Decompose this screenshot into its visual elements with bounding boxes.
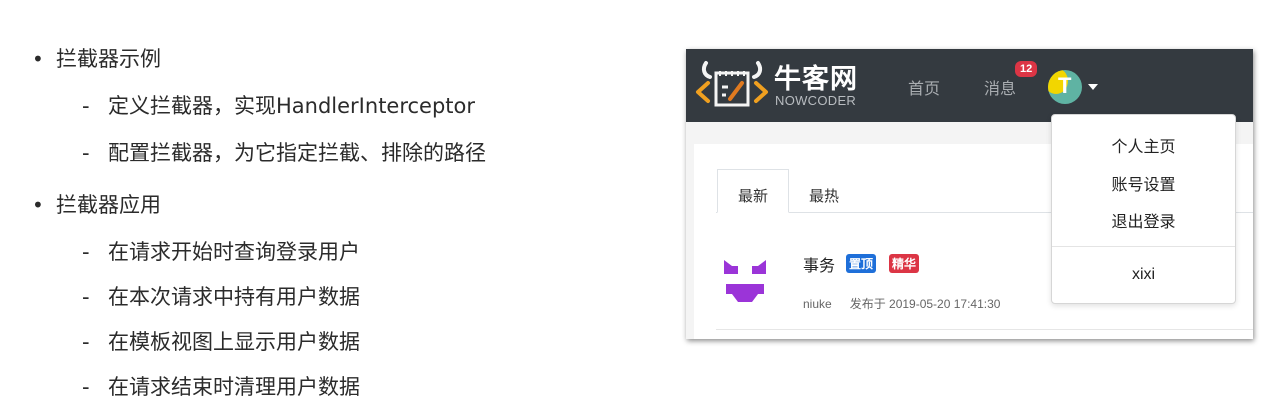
bullet-title: 拦截器应用 xyxy=(56,193,161,217)
bullet-dot: • xyxy=(32,193,44,217)
tag-featured: 精华 xyxy=(889,254,920,273)
bullet-title: 拦截器示例 xyxy=(56,47,161,71)
brand-subtitle: NOWCODER xyxy=(775,93,857,108)
messages-badge: 12 xyxy=(1015,61,1038,77)
nowcoder-logo-icon[interactable] xyxy=(694,59,770,109)
bullet-interceptor-application: • 拦截器应用 xyxy=(30,190,161,220)
nowcoder-screenshot: 牛客网 NOWCODER 首页 消息 12 T 最新 最热 事务 置顶 精华 n… xyxy=(686,49,1253,339)
dash: - xyxy=(82,285,90,309)
dash: - xyxy=(82,375,90,399)
sub-bullet-text: 在请求开始时查询登录用户 xyxy=(108,240,360,264)
post-title-link[interactable]: 事务 xyxy=(803,252,835,276)
tab-newest[interactable]: 最新 xyxy=(717,169,789,213)
menu-item-logout[interactable]: 退出登录 xyxy=(1052,208,1235,232)
user-dropdown-menu: 个人主页 账号设置 退出登录 xixi xyxy=(1051,114,1236,304)
sub-bullet: - 在本次请求中持有用户数据 xyxy=(30,282,360,312)
post-published-time: 发布于 2019-05-20 17:41:30 xyxy=(849,297,1001,311)
menu-item-profile[interactable]: 个人主页 xyxy=(1052,133,1235,157)
navbar: 牛客网 NOWCODER 首页 消息 12 T xyxy=(686,49,1253,122)
tag-pinned: 置顶 xyxy=(846,254,877,273)
sub-bullet-text: 在请求结束时清理用户数据 xyxy=(108,375,360,399)
bullet-interceptor-example: • 拦截器示例 xyxy=(30,44,161,74)
post-divider xyxy=(716,329,1253,330)
bullet-dot: • xyxy=(32,47,44,71)
post-author[interactable]: niuke xyxy=(803,297,832,311)
sub-bullet: - 在请求开始时查询登录用户 xyxy=(30,237,360,267)
sub-bullet-text: 定义拦截器，实现HandlerInterceptor xyxy=(108,94,476,118)
menu-username: xixi xyxy=(1131,266,1156,283)
avatar-letter: T xyxy=(1058,73,1072,98)
sub-bullet: - 在请求结束时清理用户数据 xyxy=(30,372,360,402)
chevron-down-icon[interactable] xyxy=(1088,84,1098,90)
sub-bullet-text: 在本次请求中持有用户数据 xyxy=(108,285,360,309)
sub-bullet: - 在模板视图上显示用户数据 xyxy=(30,327,360,357)
nav-home-link[interactable]: 首页 xyxy=(908,75,940,99)
sub-bullet: - 定义拦截器，实现HandlerInterceptor xyxy=(30,91,475,121)
sub-bullet-text: 配置拦截器，为它指定拦截、排除的路径 xyxy=(108,141,486,165)
dash: - xyxy=(82,94,90,118)
dash: - xyxy=(82,141,90,165)
dash: - xyxy=(82,240,90,264)
nav-messages-link[interactable]: 消息 xyxy=(984,75,1016,99)
sub-bullet-text: 在模板视图上显示用户数据 xyxy=(108,330,360,354)
sub-bullet: - 配置拦截器，为它指定拦截、排除的路径 xyxy=(30,138,486,168)
tab-hottest[interactable]: 最热 xyxy=(809,185,839,206)
brand-name[interactable]: 牛客网 xyxy=(774,57,858,96)
menu-divider xyxy=(1052,246,1235,247)
post-meta: niuke 发布于 2019-05-20 17:41:30 xyxy=(803,295,1000,312)
menu-item-settings[interactable]: 账号设置 xyxy=(1052,171,1235,195)
post-author-avatar[interactable] xyxy=(722,256,768,304)
dash: - xyxy=(82,330,90,354)
avatar-icon[interactable]: T xyxy=(1048,70,1082,104)
